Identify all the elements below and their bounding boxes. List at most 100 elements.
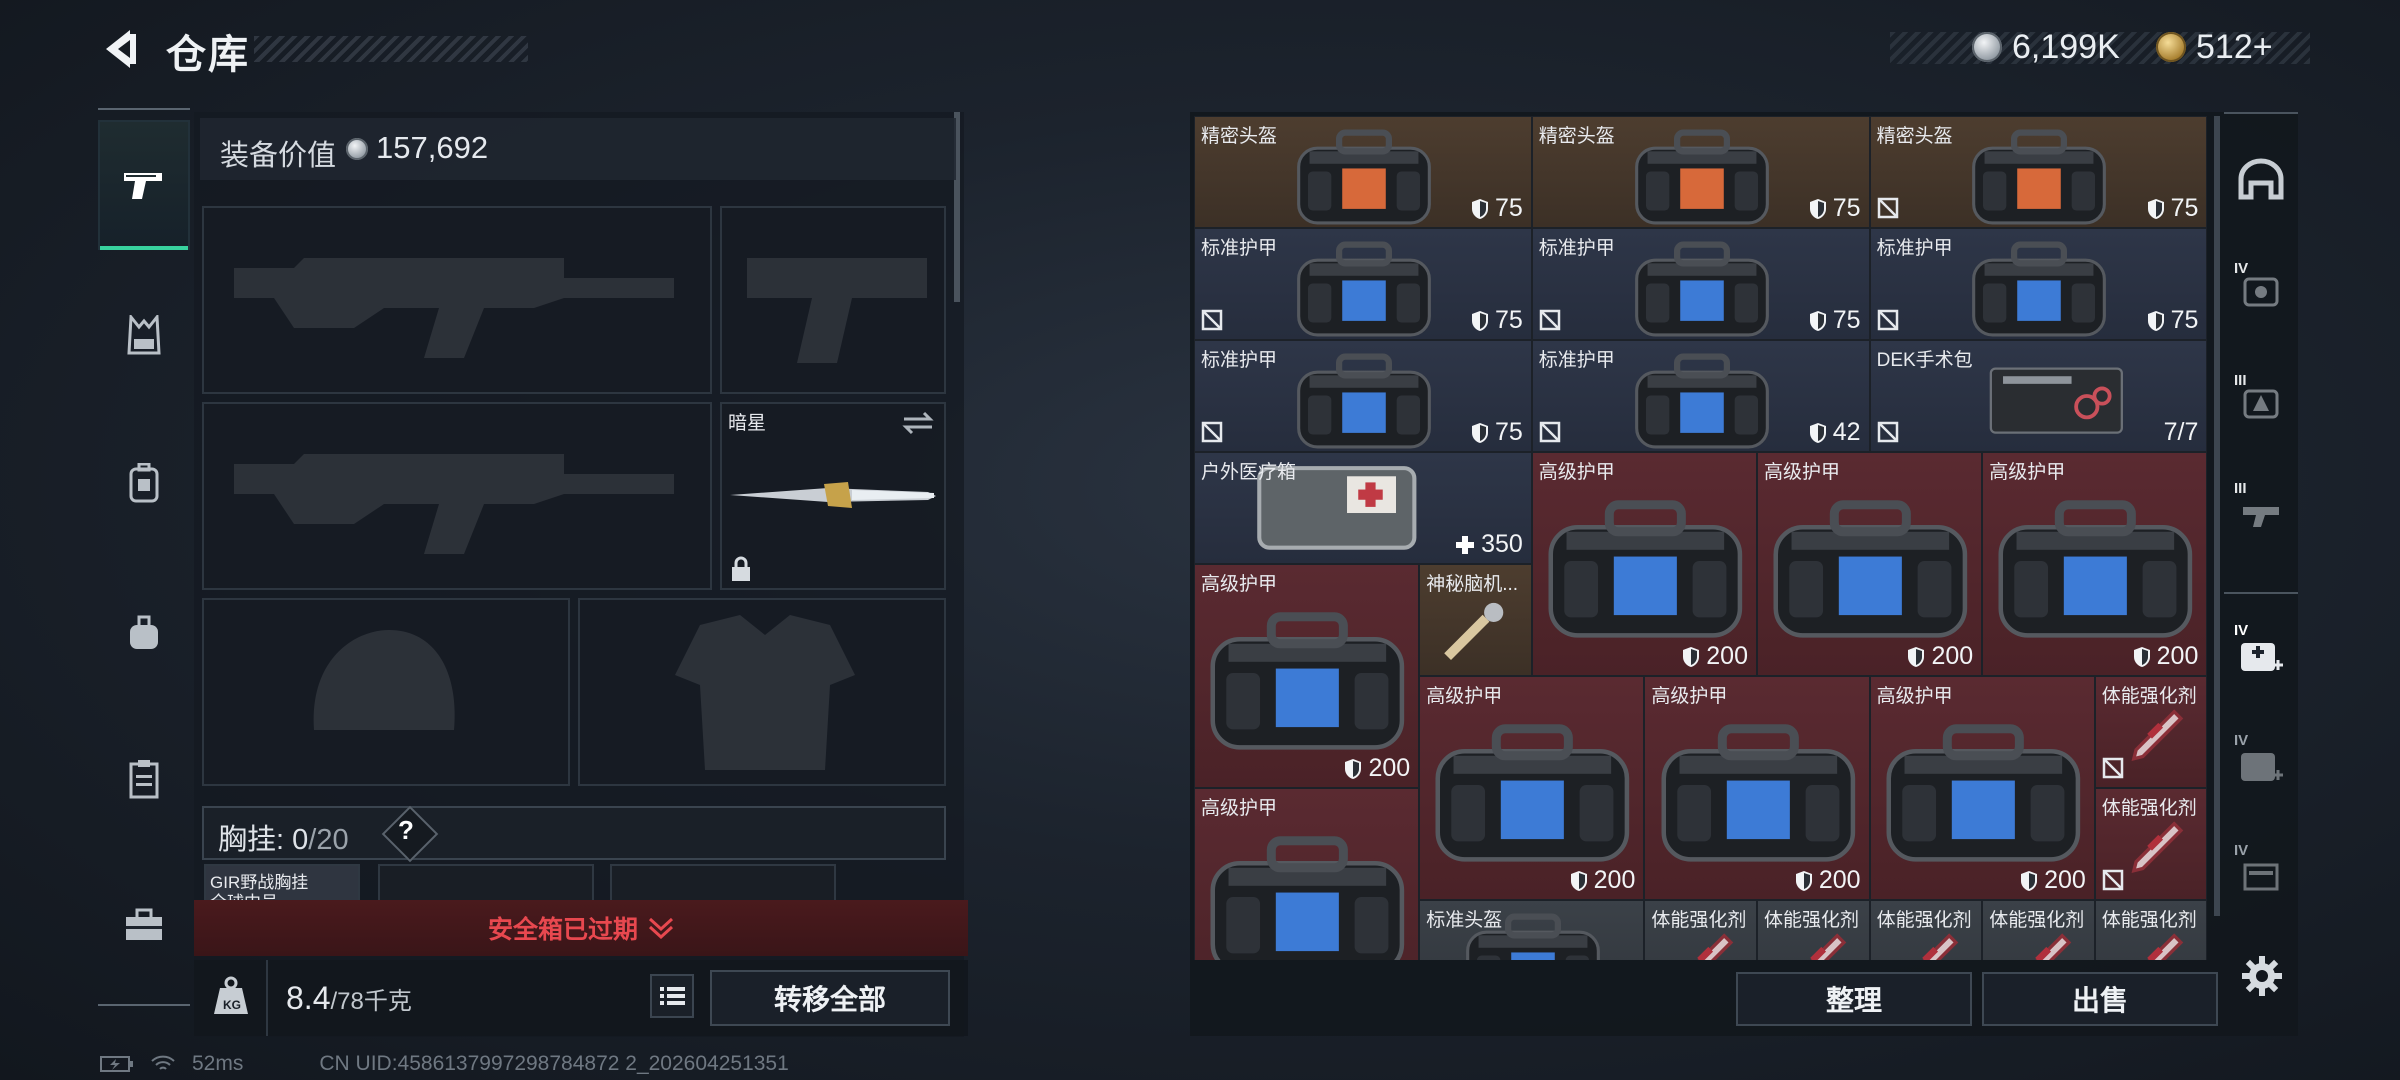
storage-item[interactable]: 高级护甲 200 — [1757, 452, 1983, 676]
item-name: 高级护甲 — [1989, 462, 2066, 483]
back-button[interactable] — [96, 24, 146, 74]
storage-item[interactable]: DEK手术包 7/7 — [1869, 340, 2208, 452]
no-drop-icon — [1201, 309, 1223, 331]
filter-medical-4b[interactable]: IV — [2224, 710, 2298, 820]
item-name: 标准护甲 — [1201, 238, 1278, 259]
armor-icon — [2243, 277, 2279, 307]
nav-weapons[interactable] — [98, 120, 190, 250]
storage-item[interactable]: 精密头盔 75 — [1869, 116, 2208, 228]
nav-containers[interactable] — [98, 714, 190, 844]
storage-item[interactable]: 高级护甲 200 — [1644, 676, 1870, 900]
storage-item[interactable]: 高级护甲 200 — [1419, 676, 1645, 900]
silver-coin-icon — [346, 138, 368, 160]
storage-item[interactable]: 高级护甲 200 — [1982, 452, 2208, 676]
no-drop-icon — [1539, 421, 1561, 443]
item-name: 高级护甲 — [1651, 686, 1728, 707]
filter-armor-4[interactable]: IV — [2224, 236, 2298, 346]
sidearm-slot[interactable] — [720, 206, 946, 394]
filter-helmets[interactable] — [2224, 124, 2298, 234]
surgery-kit-icon — [1989, 367, 2124, 434]
melee-name: 暗星 — [728, 413, 767, 434]
item-name: 标准护甲 — [1538, 350, 1615, 371]
back-arrow-icon — [106, 30, 136, 68]
armor-bag-icon — [1634, 353, 1769, 449]
storage-item[interactable]: 标准护甲 42 — [1531, 340, 1870, 452]
safe-box-expired-banner[interactable]: 安全箱已过期 — [194, 900, 968, 956]
storage-item[interactable]: 精密头盔 75 — [1194, 116, 1532, 228]
settings-button[interactable] — [2240, 954, 2284, 998]
armor-bag-icon — [1210, 836, 1405, 960]
storage-item[interactable]: 户外医疗箱 350 — [1194, 452, 1532, 564]
weight-max: /78千克 — [330, 988, 412, 1015]
vest-icon — [127, 315, 161, 355]
item-value: 75 — [1471, 418, 1523, 447]
storage-item[interactable]: 体能强化剂 — [1644, 900, 1757, 960]
storage-item[interactable]: 体能强化剂 — [2094, 676, 2208, 788]
secondary-weapon-slot[interactable] — [202, 402, 712, 590]
svg-text:KG: KG — [223, 998, 241, 1012]
filter-ammo-4[interactable]: IV — [2224, 820, 2298, 930]
item-name: 高级护甲 — [1538, 462, 1615, 483]
sort-button[interactable]: 整理 — [1736, 972, 1972, 1026]
nav-vests[interactable] — [98, 270, 190, 400]
syringe-icon — [1809, 933, 1846, 960]
ping: 52ms — [192, 1052, 244, 1075]
nav-bags[interactable] — [98, 568, 190, 698]
item-value: 75 — [2147, 194, 2198, 223]
equipment-value-amount: 157,692 — [376, 130, 489, 165]
list-view-button[interactable] — [650, 974, 694, 1018]
rig-slot-3[interactable] — [610, 864, 836, 904]
item-name: 高级护甲 — [1201, 574, 1278, 595]
item-value: 200 — [2020, 866, 2086, 895]
rig-item-slot[interactable]: GIR野战胸挂 全球中号 — [204, 864, 360, 912]
nav-tools[interactable] — [98, 860, 190, 990]
gold-currency[interactable]: 512+ — [2156, 24, 2273, 70]
item-name: 神秘脑机... — [1426, 574, 1519, 595]
sell-button[interactable]: 出售 — [1982, 972, 2218, 1026]
storage-item[interactable]: 高级护甲 — [1194, 788, 1420, 960]
storage-item[interactable]: 精密头盔 75 — [1531, 116, 1870, 228]
item-name: 体能强化剂 — [2101, 910, 2197, 931]
storage-scrollbar[interactable] — [2214, 116, 2220, 916]
storage-item[interactable]: 体能强化剂 — [1869, 900, 1983, 960]
storage-item[interactable]: 高级护甲 200 — [1194, 564, 1420, 788]
syringe-icon — [2034, 933, 2071, 960]
melee-slot[interactable]: 暗星 — [720, 402, 946, 590]
storage-item[interactable]: 高级护甲 200 — [1531, 452, 1757, 676]
storage-item[interactable]: 标准护甲 75 — [1194, 228, 1532, 340]
safe-box-status: 安全箱已过期 — [487, 916, 638, 944]
storage-item[interactable]: 标准护甲 75 — [1194, 340, 1532, 452]
filter-armor-3[interactable]: III — [2224, 348, 2298, 458]
chevron-down-icon — [648, 917, 674, 939]
divider — [266, 960, 268, 1036]
durability-shield-icon — [1809, 198, 1826, 219]
primary-weapon-slot[interactable] — [202, 206, 712, 394]
armor-bag-icon — [1773, 500, 1968, 638]
swap-icon[interactable] — [902, 410, 934, 436]
transfer-all-button[interactable]: 转移全部 — [710, 970, 950, 1026]
storage-item[interactable]: 高级护甲 200 — [1869, 676, 2095, 900]
storage-item[interactable]: 体能强化剂 — [1757, 900, 1870, 960]
storage-item[interactable]: 体能强化剂 — [2094, 788, 2208, 900]
storage-item[interactable]: 标准护甲 75 — [1869, 228, 2208, 340]
storage-item[interactable]: 体能强化剂 — [2094, 900, 2208, 960]
nav-backpacks[interactable] — [98, 418, 190, 548]
item-value: 200 — [1344, 754, 1410, 783]
helmet-slot[interactable] — [202, 598, 570, 786]
storage-item[interactable]: 体能强化剂 — [1982, 900, 2095, 960]
filter-guns-3[interactable]: III — [2224, 458, 2298, 568]
storage-item[interactable]: 标准头盔 — [1419, 900, 1645, 960]
filter-medical-4[interactable]: IV — [2224, 600, 2298, 710]
silver-currency[interactable]: 6,199K — [1972, 24, 2120, 70]
durability-shield-icon — [1570, 870, 1587, 891]
storage-item[interactable]: 标准护甲 75 — [1531, 228, 1870, 340]
armor-slot[interactable] — [578, 598, 946, 786]
item-name: 体能强化剂 — [2101, 798, 2197, 819]
durability-shield-icon — [1908, 646, 1925, 667]
rifle-silhouette-icon — [234, 454, 674, 554]
storage-item[interactable]: 神秘脑机... — [1419, 564, 1532, 676]
rig-slot-2[interactable] — [378, 864, 594, 904]
durability-shield-icon — [1471, 198, 1488, 219]
no-drop-icon — [2102, 869, 2124, 891]
wifi-icon — [151, 1055, 175, 1070]
